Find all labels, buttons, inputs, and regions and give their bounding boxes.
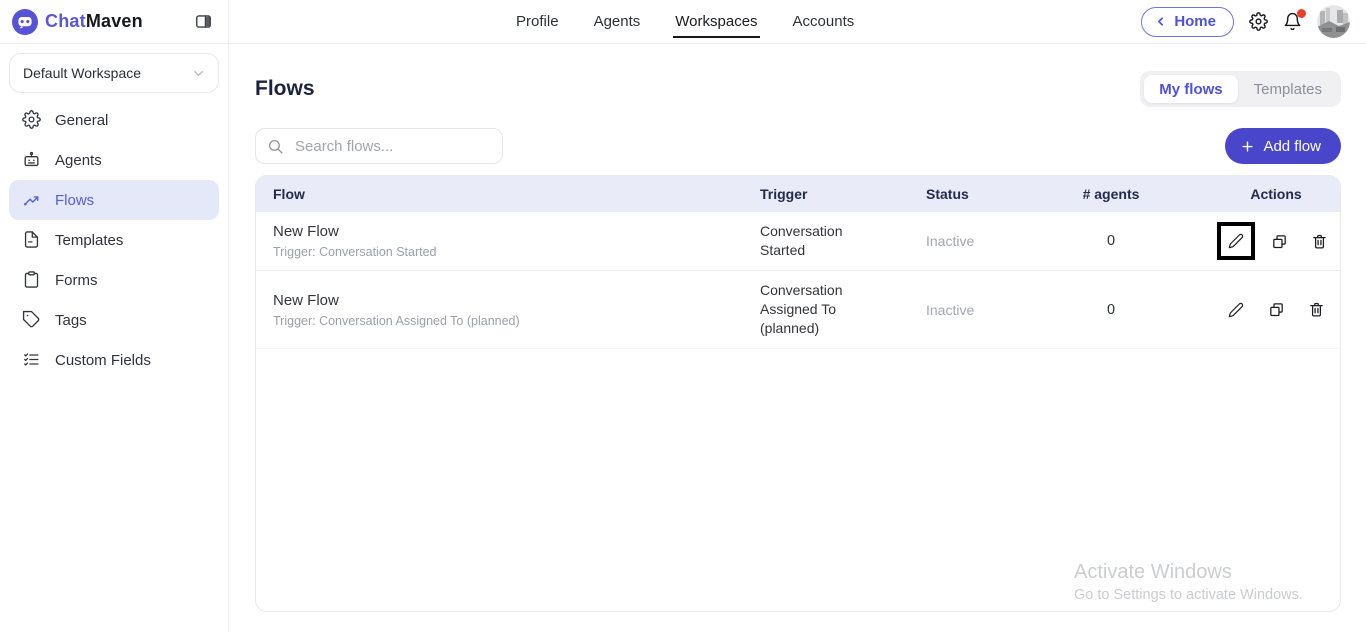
flow-cell: New Flow Trigger: Conversation Started (256, 223, 742, 259)
plus-icon (1240, 139, 1255, 154)
flow-subtitle: Trigger: Conversation Started (273, 245, 742, 259)
tab-accounts[interactable]: Accounts (791, 0, 857, 43)
view-toggle-templates[interactable]: Templates (1239, 75, 1337, 103)
watermark-title: Activate Windows (1074, 561, 1303, 584)
brand-logo[interactable]: ChatMaven (12, 9, 143, 35)
tag-icon (22, 310, 42, 330)
sidebar-item-label: Templates (55, 232, 123, 249)
top-header: ChatMaven Profile Agents Workspaces Account… (0, 0, 1366, 44)
edit-flow-button[interactable] (1224, 298, 1248, 322)
search-box[interactable] (255, 128, 503, 164)
gear-icon (22, 110, 42, 130)
checklist-icon (22, 350, 42, 370)
table-row: New Flow Trigger: Conversation Started C… (256, 212, 1340, 271)
sidebar-nav: General Agents Flows Templates Forms Tags Cust… (9, 100, 219, 380)
toolbar: Add flow (255, 128, 1341, 164)
tab-workspaces[interactable]: Workspaces (673, 0, 759, 43)
sidebar-item-general[interactable]: General (9, 100, 219, 140)
flow-name: New Flow (273, 223, 742, 240)
column-header-actions: Actions (1167, 186, 1340, 202)
column-header-agents: # agents (1055, 186, 1167, 202)
delete-flow-button[interactable] (1307, 229, 1331, 253)
duplicate-flow-button[interactable] (1267, 229, 1291, 253)
flow-trend-icon (22, 190, 42, 210)
flow-actions (1167, 226, 1340, 256)
document-icon (22, 230, 42, 250)
view-toggle: My flowsTemplates (1140, 71, 1341, 107)
flow-cell: New Flow Trigger: Conversation Assigned … (256, 292, 742, 328)
flow-agent-count: 0 (1055, 233, 1167, 249)
tab-profile[interactable]: Profile (514, 0, 561, 43)
search-icon (267, 138, 284, 155)
flow-subtitle: Trigger: Conversation Assigned To (plann… (273, 314, 742, 328)
settings-gear-icon[interactable] (1249, 12, 1268, 31)
sidebar-item-label: Tags (55, 312, 87, 329)
clipboard-icon (22, 270, 42, 290)
trash-icon (1308, 301, 1325, 318)
sidebar-header: ChatMaven (0, 0, 229, 43)
sidebar-item-flows[interactable]: Flows (9, 180, 219, 220)
brand-name: ChatMaven (45, 11, 143, 32)
sidebar-collapse-icon[interactable] (192, 10, 215, 33)
flow-name: New Flow (273, 292, 742, 309)
column-header-status: Status (905, 186, 1055, 202)
flow-trigger: Conversation Assigned To (planned) (742, 281, 872, 338)
column-header-trigger: Trigger (742, 186, 905, 202)
flow-agent-count: 0 (1055, 302, 1167, 318)
sidebar-item-agents[interactable]: Agents (9, 140, 219, 180)
workspace-selector[interactable]: Default Workspace (9, 53, 219, 93)
top-nav: Profile Agents Workspaces Accounts (229, 0, 1141, 43)
column-header-flow: Flow (256, 186, 742, 202)
sidebar-item-forms[interactable]: Forms (9, 260, 219, 300)
sidebar-item-templates[interactable]: Templates (9, 220, 219, 260)
edit-flow-button[interactable] (1221, 226, 1251, 256)
chevron-left-icon (1154, 15, 1167, 28)
sidebar: Default Workspace General Agents Flows Temp… (0, 44, 229, 632)
pencil-icon (1228, 233, 1244, 249)
pencil-icon (1228, 302, 1244, 318)
tab-agents[interactable]: Agents (592, 0, 643, 43)
sidebar-item-tags[interactable]: Tags (9, 300, 219, 340)
flow-status: Inactive (905, 302, 1055, 318)
table-row: New Flow Trigger: Conversation Assigned … (256, 271, 1340, 349)
flows-table-card: FlowTriggerStatus# agentsActions New Flo… (255, 175, 1341, 612)
sidebar-item-label: Custom Fields (55, 352, 151, 369)
copy-icon (1271, 233, 1288, 250)
windows-activation-watermark: Activate Windows Go to Settings to activ… (1074, 561, 1303, 603)
main-content: Flows My flowsTemplates Add flow FlowTri… (229, 44, 1366, 632)
page-title: Flows (255, 77, 315, 101)
flow-trigger: Conversation Started (742, 222, 872, 260)
watermark-subtitle: Go to Settings to activate Windows. (1074, 587, 1303, 603)
sidebar-item-label: General (55, 112, 108, 129)
flow-status: Inactive (905, 233, 1055, 249)
home-button[interactable]: Home (1141, 7, 1234, 37)
chevron-down-icon (191, 66, 206, 81)
workspace-selector-label: Default Workspace (23, 65, 141, 81)
sidebar-item-label: Forms (55, 272, 98, 289)
sidebar-item-label: Flows (55, 192, 94, 209)
notification-dot (1297, 9, 1306, 18)
top-right-actions: Home (1141, 0, 1366, 43)
view-toggle-my-flows[interactable]: My flows (1144, 75, 1237, 103)
notifications-bell-icon[interactable] (1283, 12, 1302, 31)
table-body: New Flow Trigger: Conversation Started C… (256, 212, 1340, 349)
trash-icon (1311, 233, 1328, 250)
duplicate-flow-button[interactable] (1264, 298, 1288, 322)
robot-icon (22, 150, 42, 170)
copy-icon (1268, 301, 1285, 318)
sidebar-item-custom-fields[interactable]: Custom Fields (9, 340, 219, 380)
delete-flow-button[interactable] (1304, 298, 1328, 322)
search-input[interactable] (293, 137, 492, 156)
sidebar-item-label: Agents (55, 152, 102, 169)
add-flow-button[interactable]: Add flow (1225, 128, 1341, 164)
flow-actions (1167, 298, 1340, 322)
brand-logo-icon (12, 9, 38, 35)
user-avatar[interactable] (1317, 5, 1350, 38)
table-header-row: FlowTriggerStatus# agentsActions (256, 176, 1340, 212)
